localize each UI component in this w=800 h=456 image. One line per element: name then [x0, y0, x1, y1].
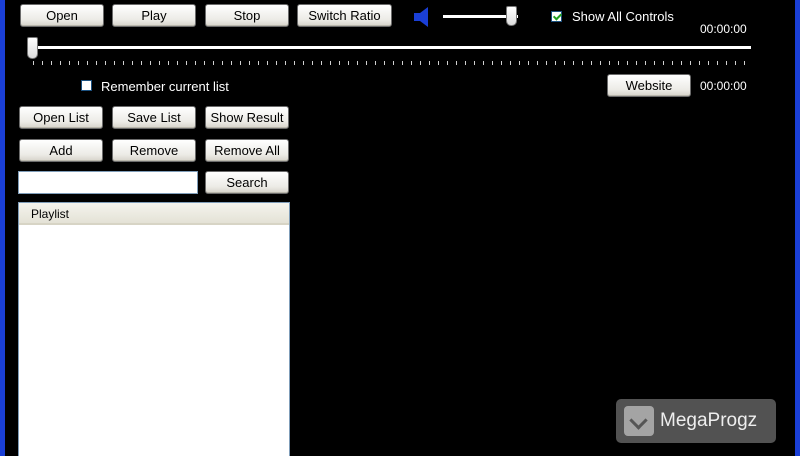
- add-button[interactable]: Add: [19, 139, 103, 162]
- watermark-text: MegaProgz: [660, 410, 758, 431]
- show-result-button[interactable]: Show Result: [205, 106, 289, 129]
- total-time: 00:00:00: [700, 79, 747, 93]
- seek-slider-thumb[interactable]: [27, 37, 38, 59]
- search-button[interactable]: Search: [205, 171, 289, 194]
- search-input[interactable]: [18, 171, 198, 194]
- megaprogz-logo-icon: [624, 406, 654, 436]
- stop-button[interactable]: Stop: [205, 4, 289, 27]
- switch-ratio-button[interactable]: Switch Ratio: [297, 4, 392, 27]
- seek-ticks: [33, 61, 751, 65]
- remember-list-label: Remember current list: [101, 79, 229, 94]
- play-button[interactable]: Play: [112, 4, 196, 27]
- current-time: 00:00:00: [700, 22, 747, 36]
- open-button[interactable]: Open: [20, 4, 104, 27]
- remove-button[interactable]: Remove: [112, 139, 196, 162]
- website-button[interactable]: Website: [607, 74, 691, 97]
- save-list-button[interactable]: Save List: [112, 106, 196, 129]
- show-all-controls-label: Show All Controls: [572, 9, 674, 24]
- show-all-controls-checkbox[interactable]: [551, 11, 562, 22]
- remember-list-checkbox[interactable]: [81, 80, 92, 91]
- remove-all-button[interactable]: Remove All: [205, 139, 289, 162]
- seek-slider-track[interactable]: [33, 46, 751, 49]
- window-frame-right: [795, 0, 800, 456]
- open-list-button[interactable]: Open List: [19, 106, 103, 129]
- playlist-panel[interactable]: Playlist: [18, 202, 290, 456]
- playlist-header[interactable]: Playlist: [19, 203, 289, 225]
- watermark: MegaProgz: [616, 399, 776, 443]
- window-frame-left: [0, 0, 5, 456]
- volume-slider-thumb[interactable]: [506, 6, 517, 26]
- speaker-icon[interactable]: [412, 5, 432, 29]
